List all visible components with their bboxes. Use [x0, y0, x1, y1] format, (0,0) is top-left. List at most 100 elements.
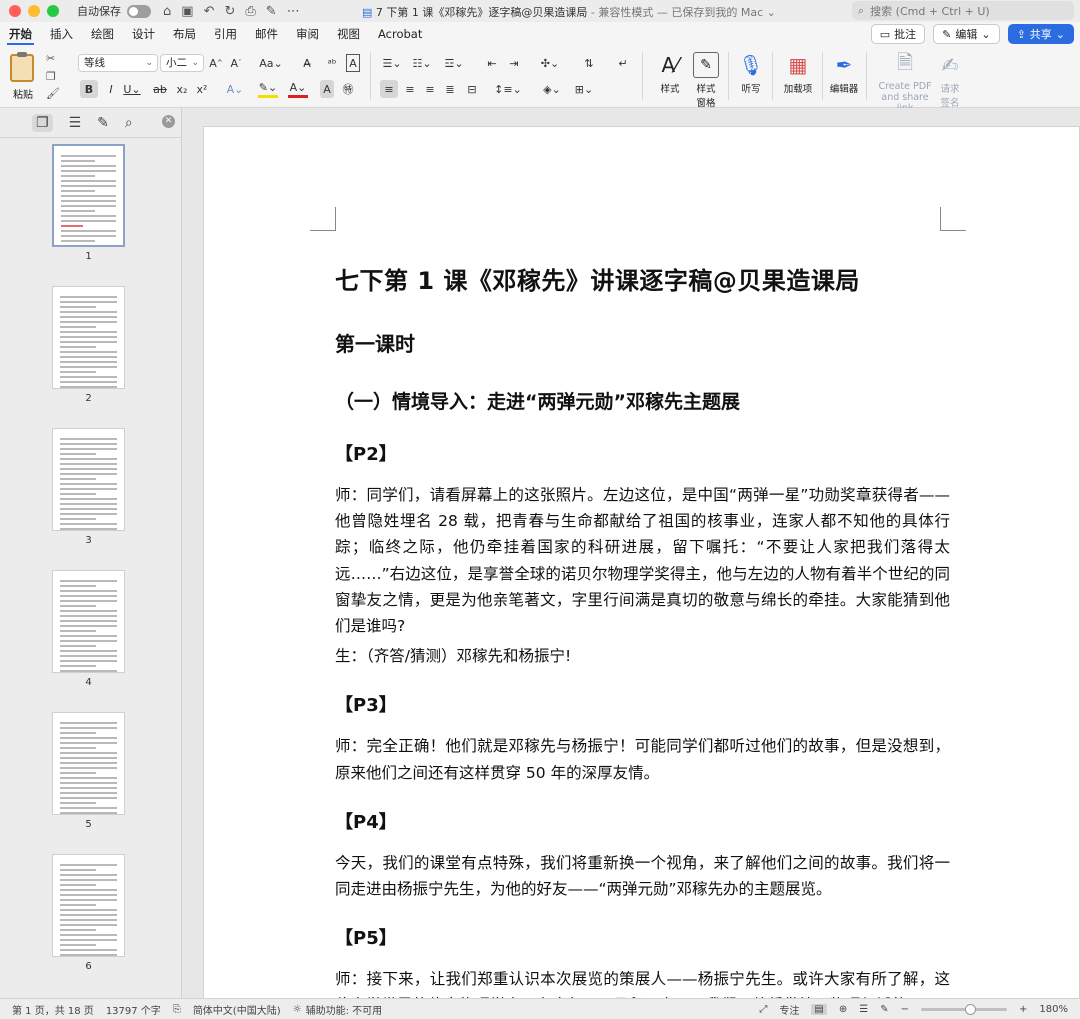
save-icon[interactable]: ▣ [181, 4, 193, 19]
sort-icon[interactable]: ⇅ [580, 54, 598, 72]
copy-icon[interactable]: ❐ [46, 70, 56, 83]
font-size-select[interactable]: 小二 ⌄ [160, 54, 204, 72]
page-thumbnail-4[interactable] [52, 570, 125, 673]
align-right-button[interactable]: ≡ [422, 80, 438, 98]
underline-button[interactable]: U⌄ [123, 80, 140, 98]
font-color-icon[interactable]: A⌄ [288, 80, 308, 98]
clear-format-icon[interactable]: A̶ [300, 54, 314, 72]
page-thumbnail-1[interactable] [52, 144, 125, 247]
focus-icon[interactable]: ⤢ [759, 1004, 767, 1015]
page-thumbnail-5[interactable] [52, 712, 125, 815]
tab-design[interactable]: 设计 [123, 22, 164, 46]
tab-review[interactable]: 审阅 [287, 22, 328, 46]
template-icon[interactable]: ✎ [266, 4, 277, 19]
edit-mode-button[interactable]: ✎ 编辑 ⌄ [933, 24, 1000, 44]
redo-icon[interactable]: ↻ [224, 4, 235, 19]
multilevel-list-icon[interactable]: ☲⌄ [442, 54, 466, 72]
zoom-out-icon[interactable]: − [901, 1004, 909, 1015]
align-left-button[interactable]: ≡ [380, 80, 398, 98]
borders-icon[interactable]: ⊞⌄ [570, 80, 598, 98]
dictate-button[interactable]: 🎙 听写 [736, 50, 766, 95]
more-icon[interactable]: ⋯ [287, 4, 300, 19]
bullets-icon[interactable]: ☰⌄ [380, 54, 404, 72]
strikethrough-button[interactable]: ab [152, 80, 168, 98]
highlight-icon[interactable]: ✎⌄ [258, 80, 278, 98]
web-layout-icon[interactable]: ⊕ [839, 1004, 847, 1015]
home-icon[interactable]: ⌂ [163, 4, 171, 19]
document-canvas[interactable]: 七下第 1 课《邓稼先》讲课逐字稿@贝果造课局 第一课时 （一）情境导入：走进“… [183, 108, 1080, 998]
show-formatting-icon[interactable]: ↵ [614, 54, 632, 72]
page-thumbnail-3[interactable] [52, 428, 125, 531]
tab-references[interactable]: 引用 [205, 22, 246, 46]
accessibility-icon[interactable]: ☼ [293, 1004, 302, 1015]
zoom-slider-handle[interactable] [965, 1004, 977, 1015]
zoom-in-icon[interactable]: + [1019, 1004, 1027, 1015]
create-pdf-button[interactable]: 🗎 Create PDF and share link [872, 50, 938, 114]
line-spacing-icon[interactable]: ↕≡⌄ [494, 80, 522, 98]
search-tab-icon[interactable]: ⌕ [125, 115, 133, 131]
word-count[interactable]: 13797 个字 [106, 1002, 161, 1017]
addins-button[interactable]: ▦ 加载项 [780, 50, 816, 95]
grow-font-icon[interactable]: A ^ [208, 54, 224, 72]
document-body[interactable]: 七下第 1 课《邓稼先》讲课逐字稿@贝果造课局 第一课时 （一）情境导入：走进“… [335, 261, 950, 998]
format-painter-icon[interactable]: 🖌 [46, 87, 60, 100]
chevron-down-icon[interactable]: ⌄ [763, 6, 776, 19]
enclose-character-icon[interactable]: ㊕ [340, 80, 356, 98]
page-thumbnail-6[interactable] [52, 854, 125, 957]
character-shading-icon[interactable]: A [320, 80, 334, 98]
phonetic-guide-icon[interactable]: ᵃᵇ [324, 54, 340, 72]
tab-view[interactable]: 视图 [328, 22, 369, 46]
tab-layout[interactable]: 布局 [164, 22, 205, 46]
outline-icon[interactable]: ☰ [859, 1004, 868, 1015]
shrink-font-icon[interactable]: Aˇ [228, 54, 244, 72]
subscript-button[interactable]: x₂ [176, 80, 188, 98]
tab-draw[interactable]: 绘图 [82, 22, 123, 46]
italic-button[interactable]: I [104, 80, 118, 98]
tab-acrobat[interactable]: Acrobat [369, 22, 431, 46]
shading-icon[interactable]: ◈⌄ [540, 80, 564, 98]
justify-button[interactable]: ≣ [442, 80, 458, 98]
document-page[interactable]: 七下第 1 课《邓稼先》讲课逐字稿@贝果造课局 第一课时 （一）情境导入：走进“… [203, 126, 1080, 998]
styles-pane-button[interactable]: ✎ 样式 窗格 [690, 50, 722, 109]
comments-button[interactable]: ▭ 批注 [870, 24, 926, 44]
align-center-button[interactable]: ≡ [402, 80, 418, 98]
minimize-window-button[interactable] [28, 5, 40, 17]
search-box[interactable]: ⌕ 搜索 (Cmd + Ctrl + U) [852, 1, 1074, 20]
print-layout-icon[interactable]: ▤ [811, 1004, 827, 1015]
tab-insert[interactable]: 插入 [41, 22, 82, 46]
tab-home[interactable]: 开始 [0, 22, 41, 46]
character-border-icon[interactable]: A [346, 54, 360, 72]
zoom-slider[interactable] [921, 1004, 1008, 1015]
distributed-button[interactable]: ⊟ [464, 80, 480, 98]
undo-icon[interactable]: ↶ [204, 4, 215, 19]
maximize-window-button[interactable] [47, 5, 59, 17]
focus-label[interactable]: 专注 [779, 1002, 799, 1017]
change-case-icon[interactable]: Aa⌄ [259, 54, 282, 72]
decrease-indent-icon[interactable]: ⇤ [484, 54, 500, 72]
superscript-button[interactable]: x² [196, 80, 208, 98]
accessibility-status[interactable]: 辅助功能: 不可用 [306, 1002, 383, 1017]
language-indicator[interactable]: 简体中文(中国大陆) [193, 1002, 281, 1017]
bold-button[interactable]: B [80, 80, 98, 98]
print-icon[interactable]: ⎙ [245, 4, 255, 19]
close-window-button[interactable] [9, 5, 21, 17]
tab-mailings[interactable]: 邮件 [246, 22, 287, 46]
draft-icon[interactable]: ✎ [880, 1004, 888, 1015]
comments-tab-icon[interactable]: ✎ [97, 115, 109, 131]
share-button[interactable]: ⇪ 共享 ⌄ [1007, 24, 1074, 44]
zoom-level[interactable]: 180% [1039, 1004, 1068, 1015]
close-pane-icon[interactable]: ✕ [162, 115, 175, 128]
text-effects-icon[interactable]: A⌄ [226, 80, 244, 98]
styles-button[interactable]: A⁄ 样式 [650, 50, 690, 95]
headings-tab-icon[interactable]: ☰ [69, 115, 82, 131]
request-signature-button[interactable]: ✍ 请求 签名 [934, 50, 966, 109]
proofing-icon[interactable]: ⎘ [173, 1004, 181, 1015]
numbering-icon[interactable]: ☷⌄ [410, 54, 434, 72]
thumbnails-tab-icon[interactable]: ❐ [32, 113, 53, 132]
cut-icon[interactable]: ✂ [46, 52, 55, 65]
font-name-select[interactable]: 等线 ⌄ [78, 54, 158, 72]
asian-layout-icon[interactable]: ✣⌄ [538, 54, 562, 72]
page-indicator[interactable]: 第 1 页，共 18 页 [12, 1002, 94, 1017]
autosave-toggle[interactable] [127, 4, 151, 18]
increase-indent-icon[interactable]: ⇥ [506, 54, 522, 72]
